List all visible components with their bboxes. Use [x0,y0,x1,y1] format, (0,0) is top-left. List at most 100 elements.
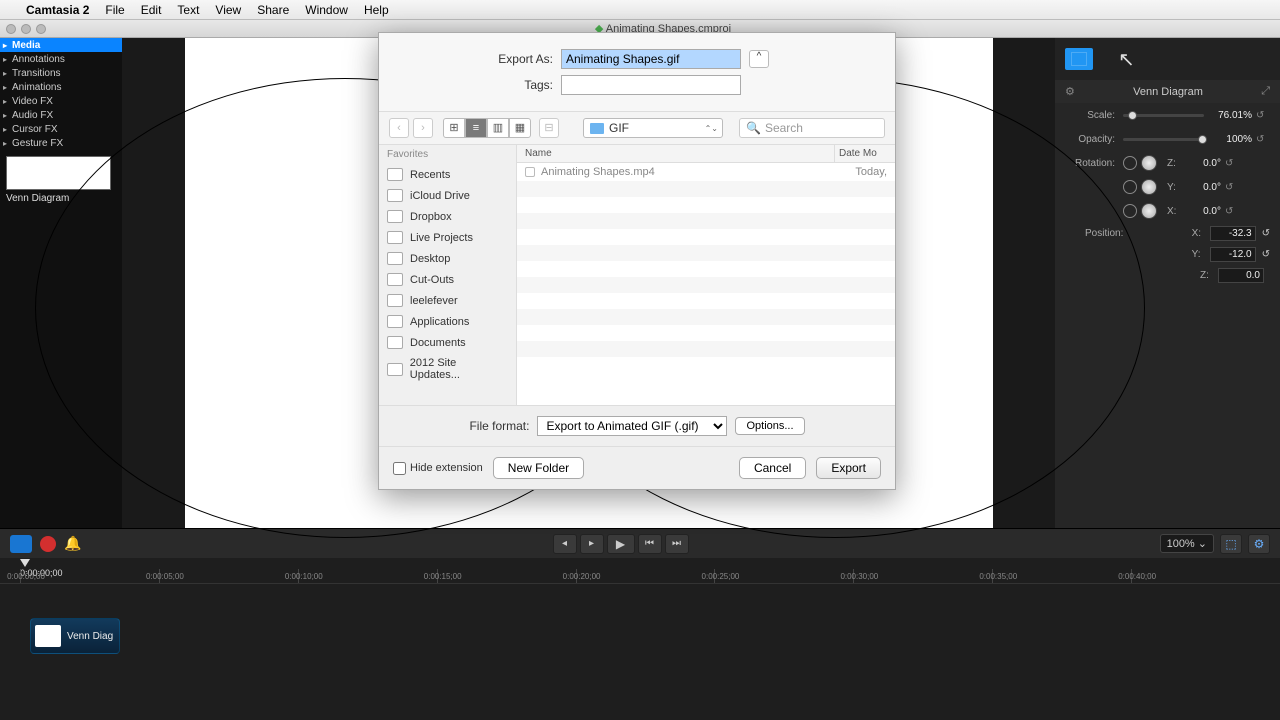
rot-x-reset-icon[interactable]: ↺ [1225,206,1239,217]
menubar: Camtasia 2 File Edit Text View Share Win… [0,0,1280,20]
export-as-input[interactable] [561,49,741,69]
opacity-value: 100% [1210,134,1252,145]
fav-documents[interactable]: Documents [379,332,516,353]
rot-y-knob[interactable] [1141,179,1157,195]
fav-recents[interactable]: Recents [379,164,516,185]
media-props-icon[interactable] [1065,48,1093,70]
next-marker-button[interactable]: ⏭ [665,534,689,554]
file-row[interactable]: Animating Shapes.mp4 Today, [517,163,895,181]
fav-icloud[interactable]: iCloud Drive [379,185,516,206]
rot-x-knob[interactable] [1141,203,1157,219]
axis-px: X: [1192,228,1204,239]
settings-button[interactable]: ⚙ [1248,534,1270,554]
fav-desktop[interactable]: Desktop [379,248,516,269]
pos-y-input[interactable] [1210,247,1256,262]
timeline-ruler[interactable]: 0:00:00;00 0:00:05;00 0:00:10;00 0:00:15… [20,569,1270,583]
rot-x-value: 0.0° [1179,206,1221,217]
menu-file[interactable]: File [97,3,132,17]
fav-live-projects[interactable]: Live Projects [379,227,516,248]
folder-select[interactable]: GIF [583,118,723,138]
app-name[interactable]: Camtasia 2 [18,3,97,17]
tab-annotations[interactable]: Annotations [0,52,122,66]
menu-edit[interactable]: Edit [133,3,170,17]
folder-icon [590,123,604,134]
col-date[interactable]: Date Mo [835,145,895,162]
tab-transitions[interactable]: Transitions [0,66,122,80]
rot-x-icon[interactable] [1123,204,1137,218]
col-name[interactable]: Name [517,145,835,162]
rot-y-icon[interactable] [1123,180,1137,194]
tab-video-fx[interactable]: Video FX [0,94,122,108]
rot-z-knob[interactable] [1141,155,1157,171]
collapse-button[interactable]: ^ [749,50,769,68]
fav-applications[interactable]: Applications [379,311,516,332]
rot-y-reset-icon[interactable]: ↺ [1225,182,1239,193]
tab-media[interactable]: Media [0,38,122,52]
notifications-icon[interactable]: 🔔 [64,535,81,552]
pos-y-reset-icon[interactable]: ↺ [1262,249,1270,260]
view-icon-grid[interactable]: ⊞ [443,118,465,138]
opacity-label: Opacity: [1065,134,1115,145]
tab-cursor-fx[interactable]: Cursor FX [0,122,122,136]
format-select[interactable]: Export to Animated GIF (.gif) [537,416,727,436]
rot-z-icon[interactable] [1123,156,1137,170]
view-icon-gallery[interactable]: ▦ [509,118,531,138]
canvas-zoom[interactable]: 100% ⌄ [1160,534,1214,553]
expand-icon[interactable]: ⤢ [1261,85,1270,98]
view-icon-list[interactable]: ≡ [465,118,487,138]
record-button[interactable] [40,536,56,552]
fav-site-updates[interactable]: 2012 Site Updates... [379,353,516,385]
gear-icon[interactable]: ⚙ [1065,85,1075,98]
format-label: File format: [469,419,529,433]
tab-animations[interactable]: Animations [0,80,122,94]
fav-cutouts[interactable]: Cut-Outs [379,269,516,290]
new-folder-button[interactable]: New Folder [493,457,584,479]
device-icon[interactable] [10,535,32,553]
pos-z-input[interactable] [1218,268,1264,283]
opacity-reset-icon[interactable]: ↺ [1256,134,1270,145]
menu-help[interactable]: Help [356,3,397,17]
menu-view[interactable]: View [207,3,249,17]
view-icon-columns[interactable]: ▥ [487,118,509,138]
pos-x-input[interactable] [1210,226,1256,241]
fav-home[interactable]: leelefever [379,290,516,311]
menu-text[interactable]: Text [169,3,207,17]
rot-z-value: 0.0° [1179,158,1221,169]
favorites-sidebar: Favorites Recents iCloud Drive Dropbox L… [379,145,517,405]
menu-window[interactable]: Window [297,3,356,17]
scale-reset-icon[interactable]: ↺ [1256,110,1270,121]
window-controls[interactable] [0,24,46,34]
timeline-clip[interactable]: Venn Diag [30,618,120,654]
tab-gesture-fx[interactable]: Gesture FX [0,136,122,150]
play-button[interactable]: ▶ [607,534,635,554]
crop-button[interactable]: ⬚ [1220,534,1242,554]
cursor-props-icon[interactable]: ↖ [1118,47,1135,72]
options-button[interactable]: Options... [735,417,804,435]
nav-fwd-button[interactable]: › [413,118,433,138]
pos-x-reset-icon[interactable]: ↺ [1262,228,1270,239]
fav-dropbox[interactable]: Dropbox [379,206,516,227]
timeline[interactable]: 0:00:00;00 0:00:00;00 0:00:05;00 0:00:10… [0,558,1280,720]
opacity-slider[interactable] [1123,138,1204,141]
scale-slider[interactable] [1123,114,1204,117]
step-back-button[interactable]: ▸ [580,534,604,554]
tab-audio-fx[interactable]: Audio FX [0,108,122,122]
cancel-button[interactable]: Cancel [739,457,806,479]
group-button[interactable]: ⊟ ⌄ [539,118,559,138]
clip-thumb [35,625,61,647]
rot-z-reset-icon[interactable]: ↺ [1225,158,1239,169]
view-mode-segment[interactable]: ⊞ ≡ ▥ ▦ [443,118,531,138]
axis-z: Z: [1167,158,1179,169]
timeline-track[interactable]: Venn Diag [20,618,1270,654]
axis-x: X: [1167,206,1179,217]
hide-extension-checkbox[interactable]: Hide extension [393,462,483,475]
tags-input[interactable] [561,75,741,95]
playback-bar: 🔔 ◂ ▸ ▶ ⏮ ⏭ 100% ⌄ ⬚ ⚙ [0,528,1280,558]
prev-frame-button[interactable]: ◂ [553,534,577,554]
menu-share[interactable]: Share [249,3,297,17]
search-input[interactable]: 🔍 Search [739,118,885,138]
prev-marker-button[interactable]: ⏮ [638,534,662,554]
export-button[interactable]: Export [816,457,881,479]
nav-back-button[interactable]: ‹ [389,118,409,138]
search-icon: 🔍 [746,121,761,135]
